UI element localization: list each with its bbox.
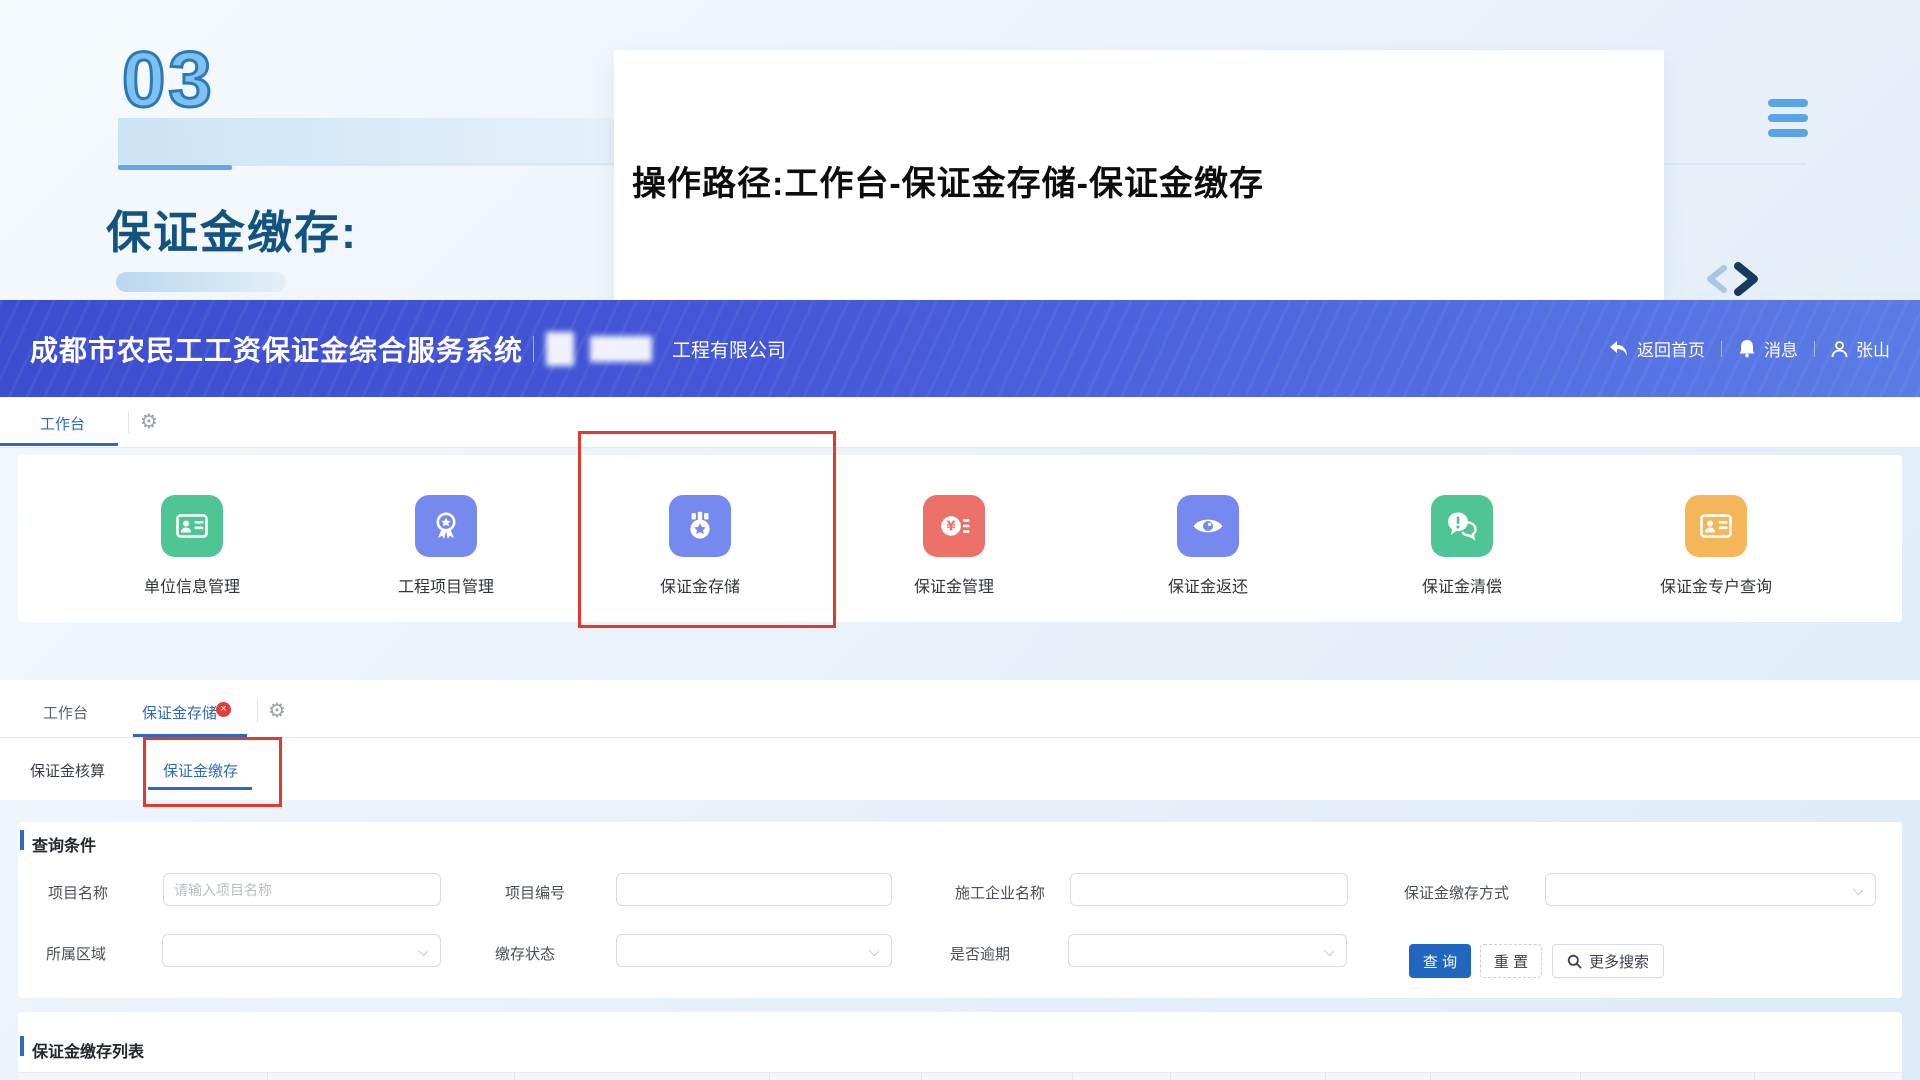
module-label: 保证金管理 xyxy=(864,573,1044,597)
project-no-label: 项目编号 xyxy=(505,882,565,903)
project-name-input[interactable] xyxy=(163,873,441,906)
system-title: 成都市农民工工资保证金综合服务系统 xyxy=(30,329,523,369)
tab-bar-workspace: 工作台 ⚙ xyxy=(0,397,1920,448)
region-select[interactable] xyxy=(162,934,441,967)
tutorial-slide: 03 保证金缴存: 操作路径:工作台-保证金存储-保证金缴存 成都市农民工工资保… xyxy=(0,0,1920,1080)
tab-divider xyxy=(257,700,258,722)
step-number: 03 xyxy=(122,34,215,125)
query-section-title: 查询条件 xyxy=(32,832,96,856)
eye-icon xyxy=(1177,495,1239,557)
tab-workbench[interactable]: 工作台 xyxy=(43,702,88,723)
reset-button[interactable]: 重 置 xyxy=(1480,944,1542,978)
redacted-company-name xyxy=(546,332,574,366)
module-label: 工程项目管理 xyxy=(356,573,536,597)
svg-text:¥: ¥ xyxy=(946,520,955,535)
section-accent-bar xyxy=(20,1036,24,1056)
back-home-button[interactable]: 返回首页 xyxy=(1609,336,1705,361)
chat-alert-icon xyxy=(1431,495,1493,557)
gear-icon[interactable]: ⚙ xyxy=(268,700,286,720)
module-special-account-query[interactable]: 保证金专户查询 xyxy=(1626,495,1806,597)
deposit-list-panel: 保证金缴存列表 xyxy=(18,1012,1902,1080)
chevron-down-icon xyxy=(1325,947,1334,956)
chevron-left-icon[interactable] xyxy=(1710,268,1724,290)
more-search-button[interactable]: 更多搜索 xyxy=(1552,944,1664,978)
menu-icon[interactable] xyxy=(1768,99,1810,144)
safe-medal-icon xyxy=(669,495,731,557)
chevron-down-icon xyxy=(870,947,879,956)
section-accent-bar xyxy=(20,830,24,850)
path-note-card: 操作路径:工作台-保证金存储-保证金缴存 xyxy=(614,50,1664,300)
username: 张山 xyxy=(1856,336,1890,361)
header-divider xyxy=(533,336,534,362)
search-button[interactable]: 查 询 xyxy=(1409,944,1471,978)
module-label: 单位信息管理 xyxy=(102,573,282,597)
tab-deposit-storage[interactable]: 保证金存储 xyxy=(142,702,217,723)
search-icon xyxy=(1567,954,1582,969)
active-subtab-underline xyxy=(148,787,252,790)
title-accent-pill xyxy=(116,272,286,292)
company-name-label: 施工企业名称 xyxy=(955,882,1045,903)
coin-yuan-icon: ¥ xyxy=(923,495,985,557)
medal-icon xyxy=(415,495,477,557)
module-label: 保证金返还 xyxy=(1118,573,1298,597)
header-nav: 返回首页 消息 张山 xyxy=(1609,300,1890,397)
module-unit-info[interactable]: 单位信息管理 xyxy=(102,495,282,597)
reply-arrow-icon xyxy=(1609,340,1629,358)
id-card-icon xyxy=(1685,495,1747,557)
chevron-right-icon[interactable] xyxy=(1738,266,1754,292)
company-name-suffix: 工程有限公司 xyxy=(672,335,786,362)
overdue-select[interactable] xyxy=(1068,934,1347,967)
nav-divider xyxy=(1721,341,1722,357)
subtab-deposit-accounting[interactable]: 保证金核算 xyxy=(30,760,105,781)
step-title: 保证金缴存: xyxy=(106,196,358,261)
bell-icon xyxy=(1738,339,1756,358)
module-deposit-refund[interactable]: 保证金返还 xyxy=(1118,495,1298,597)
project-name-label: 项目名称 xyxy=(48,882,108,903)
subtab-deposit-payment[interactable]: 保证金缴存 xyxy=(163,760,238,781)
query-panel: 查询条件 项目名称 项目编号 施工企业名称 保证金缴存方式 所属区域 缴存状态 … xyxy=(18,822,1902,998)
module-deposit-settlement[interactable]: 保证金清偿 xyxy=(1372,495,1552,597)
tab-divider xyxy=(128,411,129,433)
gear-icon[interactable]: ⚙ xyxy=(140,411,158,431)
deposit-status-label: 缴存状态 xyxy=(495,943,555,964)
id-card-icon xyxy=(161,495,223,557)
slide-nav-arrows xyxy=(1702,260,1772,300)
active-tab-underline xyxy=(0,443,118,446)
company-name-input[interactable] xyxy=(1070,873,1348,906)
table-header-row xyxy=(18,1072,1902,1080)
project-no-input[interactable] xyxy=(616,873,892,906)
operation-path-text: 操作路径:工作台-保证金存储-保证金缴存 xyxy=(632,156,1264,205)
close-tab-icon[interactable]: × xyxy=(216,702,231,717)
region-label: 所属区域 xyxy=(46,943,106,964)
app-header: 成都市农民工工资保证金综合服务系统 工程有限公司 返回首页 消息 张山 xyxy=(0,300,1920,397)
tab-workbench[interactable]: 工作台 xyxy=(40,413,85,434)
module-label: 保证金存储 xyxy=(610,573,790,597)
module-deposit-storage[interactable]: 保证金存储 xyxy=(610,495,790,597)
modules-panel: 单位信息管理 工程项目管理 保证金存储 ¥ 保证金管理 保证金返还 xyxy=(18,455,1902,622)
deposit-method-select[interactable] xyxy=(1545,873,1876,906)
chevron-down-icon xyxy=(1854,886,1863,895)
messages-button[interactable]: 消息 xyxy=(1738,336,1798,361)
deposit-status-select[interactable] xyxy=(616,934,892,967)
redacted-company-name xyxy=(590,336,652,362)
tab-bar-storage: 工作台 保证金存储 × ⚙ 保证金核算 保证金缴存 xyxy=(0,680,1920,800)
module-label: 保证金专户查询 xyxy=(1626,573,1806,597)
user-icon xyxy=(1831,340,1848,358)
nav-divider xyxy=(1814,341,1815,357)
module-deposit-mgmt[interactable]: ¥ 保证金管理 xyxy=(864,495,1044,597)
user-menu[interactable]: 张山 xyxy=(1831,336,1890,361)
module-label: 保证金清偿 xyxy=(1372,573,1552,597)
overdue-label: 是否逾期 xyxy=(950,943,1010,964)
deposit-method-label: 保证金缴存方式 xyxy=(1404,882,1509,903)
module-project-mgmt[interactable]: 工程项目管理 xyxy=(356,495,536,597)
chevron-down-icon xyxy=(419,947,428,956)
tab-row-border xyxy=(0,737,1920,738)
list-section-title: 保证金缴存列表 xyxy=(32,1038,144,1062)
step-underline xyxy=(118,165,232,170)
